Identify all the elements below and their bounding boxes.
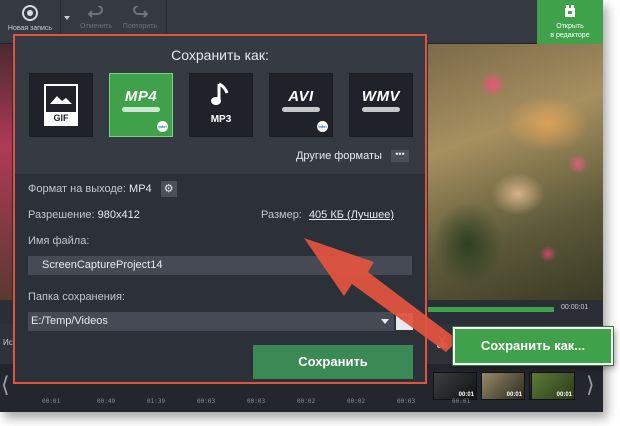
format-avi-button[interactable]: AVI intel [269, 73, 333, 137]
format-mp4-label: MP4 [124, 88, 158, 105]
redo-icon [133, 6, 148, 18]
progress-fill [428, 307, 554, 312]
film-icon [565, 5, 575, 17]
browse-folder-button[interactable]: ••• [396, 313, 413, 330]
avi-icon [282, 107, 320, 112]
open-in-editor-label-1: Открыть [556, 23, 584, 30]
resolution-label: Разрешение: [28, 209, 95, 221]
dialog-title: Сохранить как: [171, 47, 269, 63]
format-panel: Сохранить как: GIF MP4 intel MP3 AVI int… [15, 36, 425, 174]
gear-icon[interactable]: ⚙ [160, 181, 177, 197]
timeline-ruler: 00:01 00:49 01:39 00:03 00:03 00:02 00:0… [12, 398, 587, 410]
timeline-tick: 00:01 [42, 398, 61, 405]
output-format-label: Формат на выходе: [28, 182, 126, 195]
more-icon[interactable]: ••• [391, 150, 409, 163]
timeline-tick: 01:39 [147, 398, 166, 405]
chevron-down-icon [64, 16, 70, 20]
format-mp4-button[interactable]: MP4 intel [109, 73, 173, 137]
undo-icon [88, 6, 103, 18]
format-wmv-label: WMV [361, 88, 401, 105]
timeline-scroll-left-icon[interactable]: ⟨ [1, 372, 10, 398]
format-gif-button[interactable]: GIF [29, 73, 93, 137]
open-in-editor-label-2: в редакторе [550, 32, 590, 39]
size-row: Размер: 405 КБ (Лучшее) [261, 209, 394, 221]
timeline-tick: 00:03 [397, 398, 416, 405]
timeline-tick: 00:02 [297, 398, 316, 405]
video-preview-left-edge [0, 44, 12, 300]
folder-value: E:/Temp/Videos [31, 315, 108, 327]
timeline-thumbnail[interactable]: 00:01 [531, 372, 575, 400]
new-recording-label: Новая запись [7, 25, 53, 32]
format-mp3-label: MP3 [210, 114, 232, 125]
output-format-value: MP4 [129, 182, 152, 195]
resolution-row: Разрешение: 980x412 [28, 209, 140, 221]
format-avi-label: AVI [288, 88, 314, 105]
timeline-tick: 00:02 [347, 398, 366, 405]
resolution-value: 980x412 [97, 209, 140, 221]
playback-progress[interactable]: 00:00:01 [428, 300, 603, 324]
wmv-icon [362, 107, 400, 112]
output-format-row: Формат на выходе: MP4 ⚙ [28, 181, 177, 197]
gif-icon: GIF [44, 84, 78, 126]
folder-select[interactable]: E:/Temp/Videos [28, 312, 394, 331]
intel-badge-icon: intel [157, 121, 168, 132]
undo-label: Отменить [80, 23, 112, 30]
timeline-thumbnail[interactable]: 00:01 [481, 372, 525, 400]
image-icon [50, 96, 72, 104]
timeline-tick: 00:01 [452, 398, 471, 405]
other-formats-label: Другие форматы [295, 150, 382, 162]
filename-label: Имя файла: [28, 235, 90, 247]
music-note-icon [211, 82, 229, 105]
save-button[interactable]: Сохранить [253, 345, 413, 379]
filename-input[interactable]: ScreenCaptureProject14 [28, 256, 412, 275]
intel-badge-icon: intel [317, 121, 328, 132]
other-formats-link[interactable]: Другие форматы ••• [295, 150, 409, 163]
format-wmv-button[interactable]: WMV [349, 73, 413, 137]
timeline-scroll-right-icon[interactable]: ⟩ [586, 372, 595, 398]
video-preview [428, 44, 603, 300]
source-label: Ис [3, 338, 13, 347]
chevron-down-icon [381, 319, 389, 324]
format-gif-label: GIF [46, 112, 76, 124]
timeline-tick: 00:49 [97, 398, 116, 405]
playback-time: 00:00:01 [561, 304, 589, 311]
scissors-icon[interactable] [437, 336, 447, 348]
timeline-tick: 00:03 [247, 398, 266, 405]
folder-label: Папка сохранения: [28, 291, 125, 303]
size-label: Размер: [261, 209, 302, 221]
format-mp3-button[interactable]: MP3 [189, 73, 253, 137]
timeline-tick: 00:03 [197, 398, 216, 405]
open-in-editor-button[interactable]: Открыть в редакторе [537, 0, 603, 44]
save-as-callout[interactable]: Сохранить как... [453, 327, 613, 365]
size-value-link[interactable]: 405 КБ (Лучшее) [309, 209, 394, 221]
mp4-icon [122, 107, 160, 112]
record-icon [22, 5, 38, 21]
save-as-dialog: Сохранить как: GIF MP4 intel MP3 AVI int… [13, 34, 427, 384]
redo-label: Повторить [122, 23, 158, 30]
timeline-thumbnail[interactable]: 00:01 [433, 372, 477, 400]
